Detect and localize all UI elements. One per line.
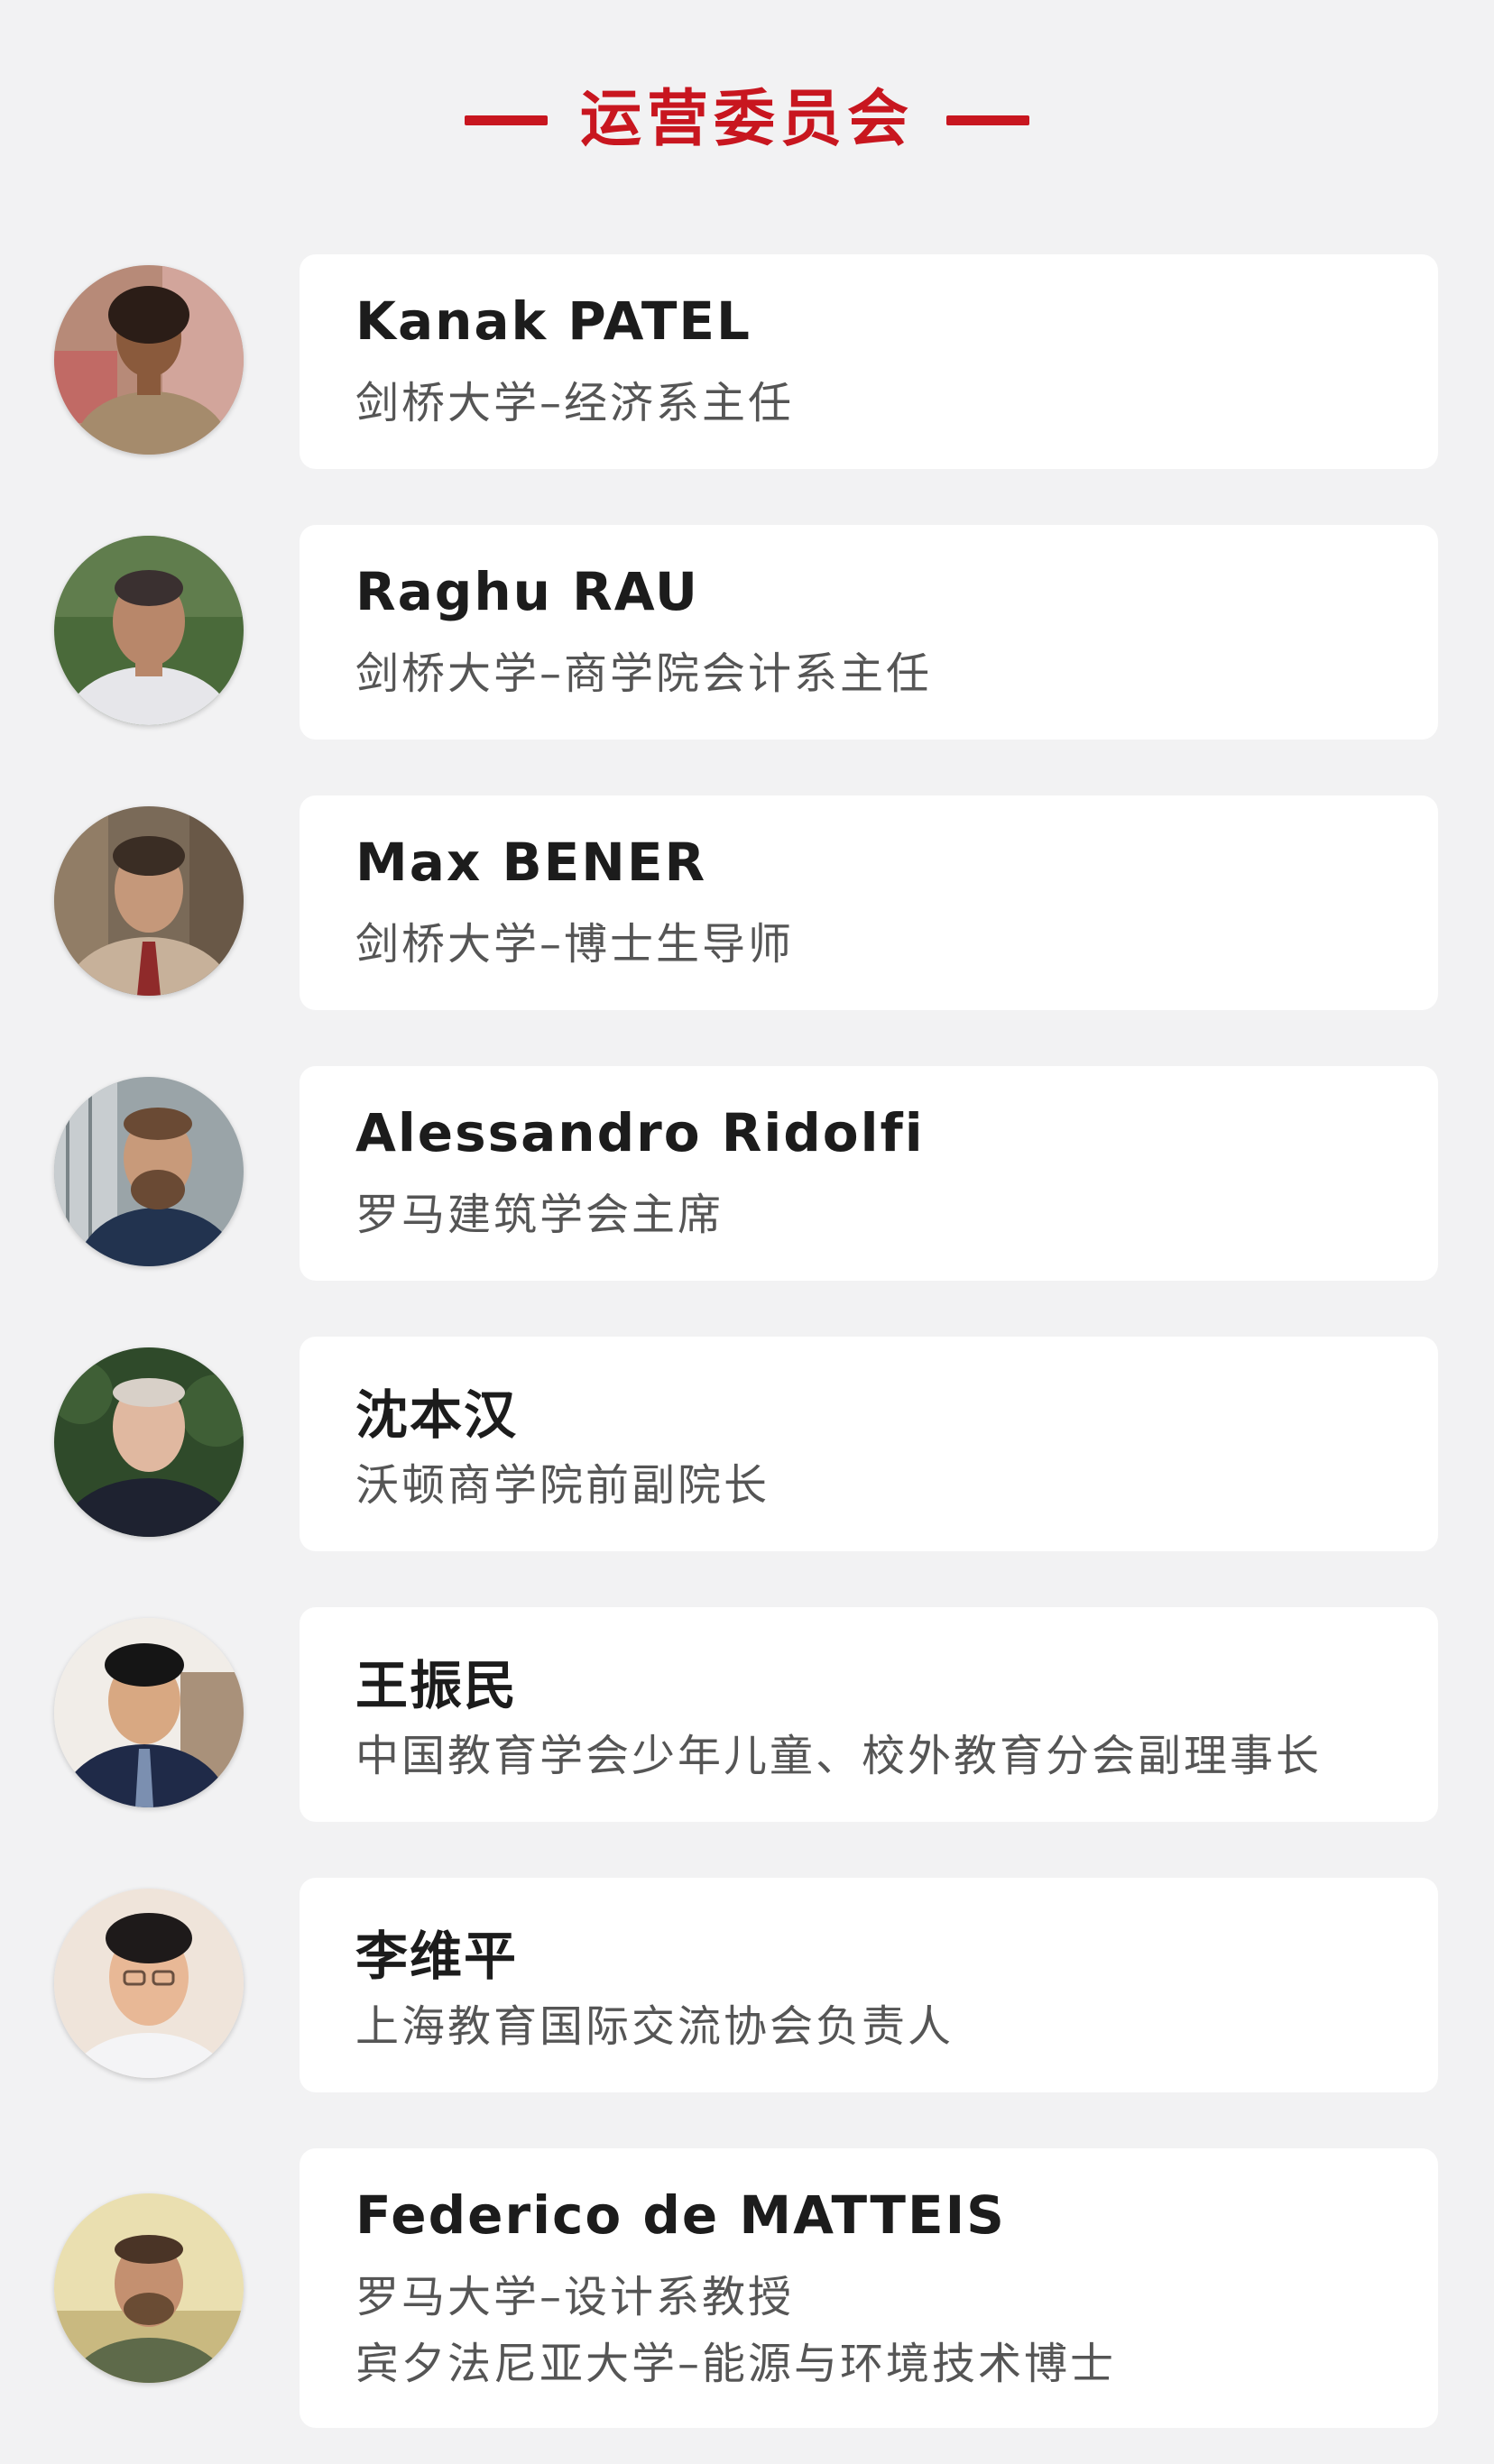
avatar (54, 1347, 244, 1537)
member-title: 剑桥大学–经济系主任 (355, 378, 795, 428)
member-name: Federico de MATTEIS (355, 2184, 1006, 2246)
member-title: 剑桥大学–商学院会计系主任 (355, 648, 933, 699)
member-card: 李维平 上海教育国际交流协会负责人 (300, 1878, 1438, 2092)
member-card: Max BENER 剑桥大学–博士生导师 (300, 795, 1438, 1010)
section-header: 运营委员会 (0, 79, 1494, 161)
member-name: Alessandro Ridolfi (355, 1102, 925, 1163)
member-name: Max BENER (355, 832, 707, 893)
avatar (54, 1618, 244, 1807)
member-title: 中国教育学会少年儿童、校外教育分会副理事长 (355, 1731, 1323, 1781)
avatar (54, 806, 244, 996)
member-name: Kanak PATEL (355, 290, 752, 352)
member-name: 李维平 (355, 1926, 519, 1987)
member-card: Kanak PATEL 剑桥大学–经济系主任 (300, 254, 1438, 469)
member-name: Raghu RAU (355, 561, 699, 622)
member-name: 沈本汉 (355, 1384, 519, 1446)
avatar (54, 1889, 244, 2078)
header-rule-right (946, 115, 1029, 125)
member-card: 王振民 中国教育学会少年儿童、校外教育分会副理事长 (300, 1607, 1438, 1822)
avatar (54, 1077, 244, 1266)
avatar (54, 2193, 244, 2383)
member-title: 罗马建筑学会主席 (355, 1190, 724, 1240)
member-title: 剑桥大学–博士生导师 (355, 919, 795, 970)
member-title: 上海教育国际交流协会负责人 (355, 2001, 954, 2052)
member-card: 沈本汉 沃顿商学院前副院长 (300, 1337, 1438, 1551)
avatar (54, 265, 244, 455)
section-title: 运营委员会 (579, 84, 914, 155)
member-title: 罗马大学–设计系教授 (355, 2272, 795, 2322)
header-rule-left (464, 115, 548, 125)
member-card: Raghu RAU 剑桥大学–商学院会计系主任 (300, 525, 1438, 740)
member-name: 王振民 (355, 1655, 519, 1716)
member-title-secondary: 宾夕法尼亚大学–能源与环境技术博士 (355, 2339, 1117, 2389)
member-title: 沃顿商学院前副院长 (355, 1460, 770, 1511)
member-card: Alessandro Ridolfi 罗马建筑学会主席 (300, 1066, 1438, 1281)
member-card: Federico de MATTEIS 罗马大学–设计系教授 宾夕法尼亚大学–能… (300, 2148, 1438, 2428)
avatar (54, 536, 244, 725)
